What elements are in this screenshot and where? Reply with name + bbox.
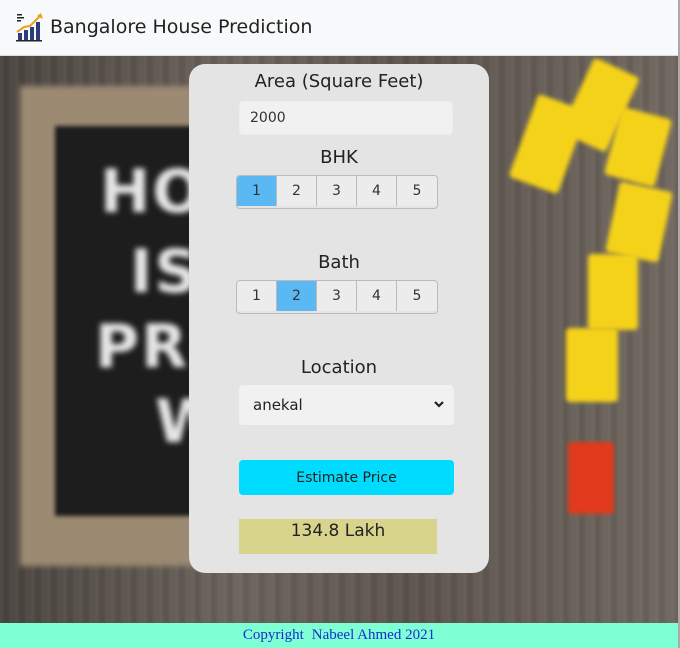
bath-option-5[interactable]: 5 — [397, 281, 437, 311]
bhk-label: BHK — [320, 147, 358, 168]
bath-label: Bath — [318, 252, 360, 273]
copyright-label: Copyright — [242, 627, 304, 643]
bhk-option-3[interactable]: 3 — [317, 176, 357, 206]
bath-option-1[interactable]: 1 — [237, 281, 277, 311]
prediction-form-card: Area (Square Feet) BHK 1 2 3 4 5 Bath 1 … — [189, 64, 489, 573]
area-input[interactable] — [239, 101, 453, 135]
bhk-option-1[interactable]: 1 — [237, 176, 277, 206]
location-select[interactable]: anekal — [239, 385, 454, 425]
location-selected-value: anekal — [253, 396, 303, 414]
navbar: Bangalore House Prediction — [0, 0, 680, 56]
bhk-option-4[interactable]: 4 — [357, 176, 397, 206]
bath-option-2[interactable]: 2 — [277, 281, 317, 311]
bath-selector: 1 2 3 4 5 — [236, 280, 438, 314]
location-label: Location — [300, 357, 378, 378]
app-title[interactable]: Bangalore House Prediction — [50, 16, 312, 38]
chevron-down-icon — [434, 401, 444, 408]
area-label: Area (Square Feet) — [254, 71, 424, 92]
bath-option-3[interactable]: 3 — [317, 281, 357, 311]
footer-author: Nabeel Ahmed 2021 — [311, 627, 436, 643]
growth-chart-icon — [16, 13, 43, 42]
estimated-price-result: 134.8 Lakh — [239, 519, 437, 554]
estimate-price-button[interactable]: Estimate Price — [239, 460, 454, 495]
footer: Copyright Nabeel Ahmed 2021 — [0, 623, 678, 648]
bhk-option-5[interactable]: 5 — [397, 176, 437, 206]
bhk-selector: 1 2 3 4 5 — [236, 175, 438, 209]
bath-option-4[interactable]: 4 — [357, 281, 397, 311]
bhk-option-2[interactable]: 2 — [277, 176, 317, 206]
